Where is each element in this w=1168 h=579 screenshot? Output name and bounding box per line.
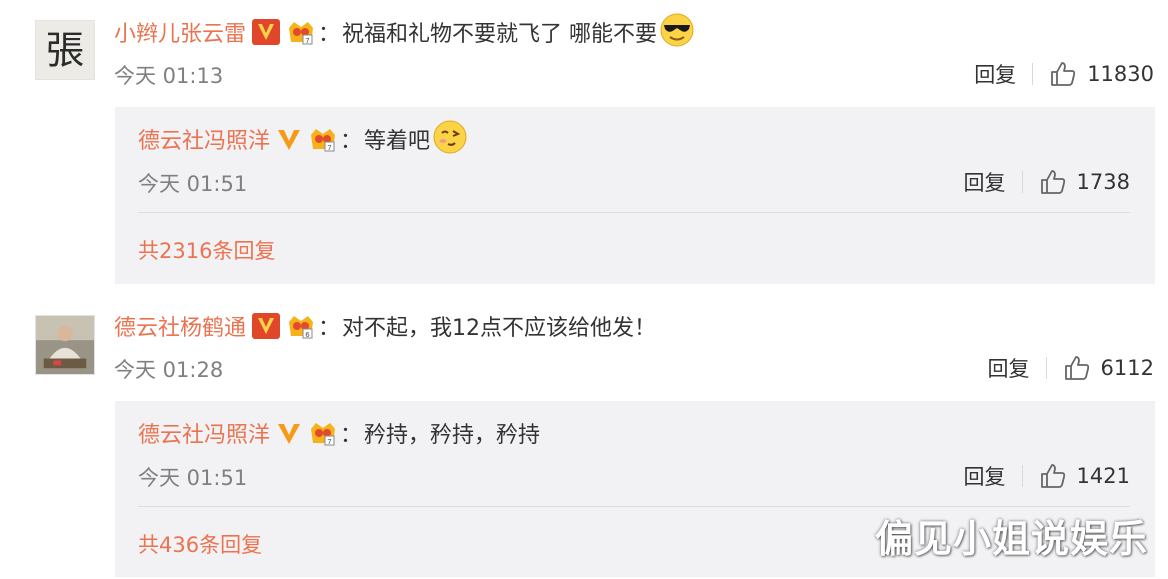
reply-time: 今天 01:51 (138, 466, 248, 490)
colon: ： (318, 22, 341, 47)
avatar[interactable] (35, 315, 95, 375)
svg-text:7: 7 (305, 37, 309, 45)
reply-button[interactable]: 回复 (964, 461, 1006, 491)
divider (138, 212, 1130, 213)
thumb-up-icon[interactable] (1063, 354, 1091, 382)
colon: ： (340, 129, 363, 154)
vip-v-badge-icon[interactable] (276, 126, 302, 152)
avatar-calligraphy-text: 張 (46, 29, 85, 74)
sunglasses-emoji-icon (659, 12, 695, 52)
crown-badge-icon[interactable]: 7 (308, 125, 338, 153)
thumb-up-icon[interactable] (1049, 60, 1077, 88)
comment-actions: 回复 6112 (988, 353, 1154, 383)
reply-header: 德云社冯照洋 7 ： 等着吧 (138, 120, 468, 155)
reply-actions: 回复 1421 (964, 461, 1130, 491)
more-replies-link[interactable]: 共436条回复 (138, 529, 262, 559)
reply-button[interactable]: 回复 (974, 59, 1016, 89)
reply-text: 矜持，矜持，矜持 (364, 423, 541, 448)
crown-badge-icon[interactable]: 6 (286, 312, 316, 340)
like-count[interactable]: 6112 (1101, 356, 1154, 380)
colon: ： (340, 423, 363, 448)
divider (138, 506, 1130, 507)
comment-header: 德云社杨鹤通 6 ： 对不起，我12点不应该给他发！ (114, 310, 656, 342)
thumb-up-icon[interactable] (1039, 168, 1067, 196)
crown-badge-icon[interactable]: 7 (308, 419, 338, 447)
like-count[interactable]: 1738 (1077, 170, 1130, 194)
svg-text:7: 7 (327, 438, 331, 446)
avatar-image (36, 316, 94, 374)
username[interactable]: 小辫儿张云雷 (114, 16, 246, 48)
reply-text: 等着吧 (364, 129, 431, 154)
colon: ： (318, 316, 341, 341)
vip-v-badge-icon[interactable] (252, 19, 281, 45)
comment-header: 小辫儿张云雷 7 ： 祝福和礼物不要就飞了 哪能不要 (114, 13, 695, 48)
like-count[interactable]: 1421 (1077, 464, 1130, 488)
divider (1045, 357, 1047, 379)
reply-box: 德云社冯照洋 7 ： 等着吧 今天 01:51 回复 1738 共2316条回复 (115, 107, 1155, 284)
comment-text: 对不起，我12点不应该给他发！ (342, 316, 657, 341)
reply-button[interactable]: 回复 (988, 353, 1030, 383)
crown-badge-icon[interactable]: 7 (286, 18, 316, 46)
comment-actions: 回复 11830 (974, 59, 1154, 89)
reply-time: 今天 01:51 (138, 172, 248, 196)
avatar[interactable]: 張 (35, 20, 95, 80)
divider (1021, 465, 1023, 487)
reply-header: 德云社冯照洋 7 ： 矜持，矜持，矜持 (138, 417, 540, 449)
thumb-up-icon[interactable] (1039, 462, 1067, 490)
vip-v-badge-icon[interactable] (276, 420, 302, 446)
vip-v-badge-icon[interactable] (252, 313, 281, 339)
comment-time: 今天 01:28 (114, 358, 224, 382)
reply-button[interactable]: 回复 (964, 167, 1006, 197)
reply-username[interactable]: 德云社冯照洋 (138, 417, 270, 449)
reply-actions: 回复 1738 (964, 167, 1130, 197)
like-count[interactable]: 11830 (1087, 62, 1154, 86)
divider (1032, 63, 1034, 85)
comment-time: 今天 01:13 (114, 64, 224, 88)
watermark: 偏见小姐说娱乐 (874, 517, 1148, 561)
avatar-image: 張 (36, 21, 94, 79)
more-replies-link[interactable]: 共2316条回复 (138, 235, 275, 265)
comment-text: 祝福和礼物不要就飞了 哪能不要 (342, 22, 658, 47)
svg-text:7: 7 (327, 144, 331, 152)
username[interactable]: 德云社杨鹤通 (114, 310, 246, 342)
divider (1021, 171, 1023, 193)
wink-emoji-icon (432, 119, 468, 159)
reply-username[interactable]: 德云社冯照洋 (138, 123, 270, 155)
svg-text:6: 6 (305, 331, 310, 339)
